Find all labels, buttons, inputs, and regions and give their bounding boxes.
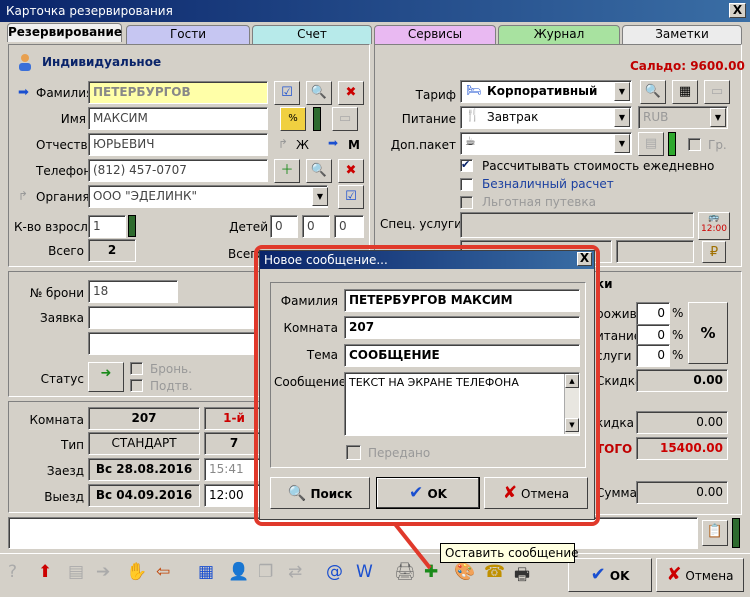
dlg-lastname-input[interactable]: ПЕТЕРБУРГОВ МАКСИМ: [344, 289, 580, 312]
dialog-titlebar: Новое сообщение...: [260, 251, 594, 269]
checkmark-icon: ✔: [409, 483, 424, 503]
dlg-topic-label: Тема: [306, 348, 338, 362]
dlg-room-label: Комната: [283, 321, 338, 335]
sent-checkbox[interactable]: [346, 445, 361, 460]
cross-icon: ✘: [502, 483, 518, 503]
dialog-close-button[interactable]: X: [577, 252, 592, 266]
magnifier-icon: 🔍: [287, 484, 307, 502]
dialog-title: Новое сообщение...: [264, 253, 388, 267]
dlg-message-label: Сообщение: [274, 375, 347, 389]
message-scrollbar[interactable]: ▲ ▼: [564, 374, 579, 434]
dlg-lastname-label: Фамилия: [280, 294, 338, 308]
tooltip: Оставить сообщение: [440, 543, 579, 563]
dlg-message-textarea[interactable]: ТЕКСТ НА ЭКРАНЕ ТЕЛЕФОНА: [344, 372, 580, 436]
dlg-cancel-button[interactable]: ✘ Отмена: [484, 477, 588, 509]
scroll-down-icon[interactable]: ▼: [565, 418, 579, 432]
scroll-up-icon[interactable]: ▲: [565, 374, 579, 388]
dlg-ok-button[interactable]: ✔ OK: [376, 477, 480, 509]
dlg-room-input[interactable]: 207: [344, 316, 580, 339]
dlg-search-label: Поиск: [310, 487, 353, 501]
dlg-ok-label: OK: [427, 487, 447, 501]
dlg-search-button[interactable]: 🔍 Поиск: [270, 477, 370, 509]
dlg-cancel-label: Отмена: [521, 487, 570, 501]
dlg-topic-input[interactable]: СООБЩЕНИЕ: [344, 344, 580, 367]
sent-label: Передано: [368, 446, 431, 460]
